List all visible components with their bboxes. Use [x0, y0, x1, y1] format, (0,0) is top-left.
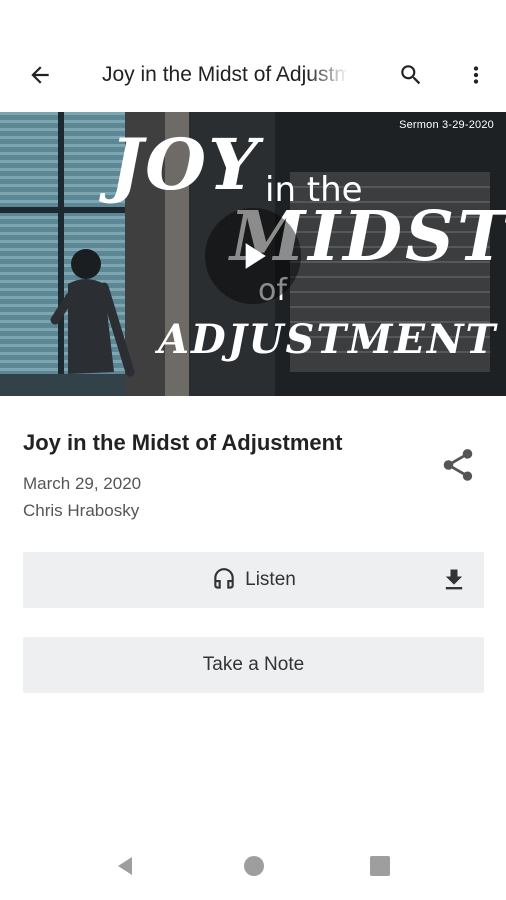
sermon-date: March 29, 2020: [23, 474, 142, 493]
artwork-title-adjustment: ADJUSTMENT: [158, 316, 498, 363]
more-vert-icon[interactable]: [456, 55, 496, 95]
nav-recents-icon[interactable]: [369, 855, 391, 877]
sermon-tag: Sermon 3-29-2020: [399, 119, 494, 131]
nav-back-icon[interactable]: [113, 854, 137, 878]
page-title: Joy in the Midst of Adjustment: [102, 60, 348, 90]
play-icon: [245, 243, 266, 269]
search-icon[interactable]: [391, 55, 431, 95]
take-a-note-label: Take a Note: [202, 654, 305, 675]
system-nav-bar: [0, 838, 506, 894]
listen-button[interactable]: Listen: [23, 552, 484, 608]
play-button[interactable]: [205, 208, 301, 304]
listen-label: Listen: [245, 569, 296, 590]
download-icon[interactable]: [440, 566, 468, 594]
app-bar: Joy in the Midst of Adjustment: [0, 40, 506, 110]
listen-label-group: Listen: [211, 567, 296, 593]
headphones-icon: [214, 568, 234, 589]
share-icon[interactable]: [438, 445, 478, 485]
back-arrow-icon[interactable]: [20, 55, 60, 95]
sermon-speaker: Chris Hrabosky: [23, 501, 140, 520]
nav-home-icon[interactable]: [242, 854, 266, 878]
take-a-note-button[interactable]: Take a Note: [23, 637, 484, 693]
artwork-title-joy: JOY: [110, 123, 261, 206]
sermon-artwork[interactable]: Sermon 3-29-2020 JOY in the MIDST of ADJ…: [0, 112, 506, 396]
sermon-title: Joy in the Midst of Adjustment: [23, 430, 343, 455]
